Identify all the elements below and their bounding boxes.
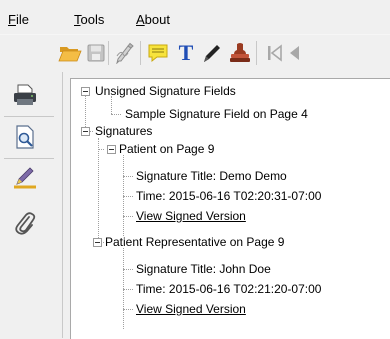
signature-tree: Unsigned Signature Fields Sample Signatu… bbox=[70, 78, 390, 339]
sign-pen-icon bbox=[116, 42, 134, 64]
previous-page-icon bbox=[290, 46, 299, 60]
tree-node-signature-1[interactable]: Patient on Page 9 bbox=[119, 140, 214, 158]
signature-1-time: Time: 2015-06-16 T02:20:31-07:00 bbox=[136, 189, 322, 203]
print-button[interactable] bbox=[10, 80, 40, 110]
tree-connector bbox=[85, 96, 86, 131]
text-icon: T bbox=[178, 40, 194, 65]
tree-connector bbox=[111, 114, 121, 115]
preview-icon bbox=[16, 125, 34, 149]
comment-button[interactable] bbox=[144, 39, 172, 67]
comment-icon bbox=[148, 44, 168, 63]
tree-connector bbox=[123, 216, 133, 217]
save-icon bbox=[87, 44, 105, 62]
ink-pen-icon bbox=[204, 45, 220, 62]
menu-about[interactable]: About bbox=[136, 12, 170, 28]
tree-connector bbox=[123, 309, 133, 310]
preview-button[interactable] bbox=[10, 122, 40, 152]
tree-connector bbox=[98, 138, 99, 242]
print-icon bbox=[14, 84, 36, 105]
expander-unsigned[interactable] bbox=[81, 87, 90, 96]
open-folder-button[interactable] bbox=[56, 39, 84, 67]
open-folder-icon bbox=[58, 47, 82, 62]
stamp-button[interactable] bbox=[226, 39, 254, 67]
expander-signature-2[interactable] bbox=[93, 238, 102, 247]
sidebar-separator bbox=[4, 116, 54, 117]
signature-2-time: Time: 2015-06-16 T02:21:20-07:00 bbox=[136, 282, 322, 296]
menu-bar: File Tools About bbox=[0, 0, 390, 34]
tree-node-unsigned[interactable]: Unsigned Signature Fields bbox=[95, 82, 236, 100]
attachment-icon bbox=[15, 212, 36, 235]
toolbar-separator bbox=[140, 41, 141, 65]
expander-signature-1[interactable] bbox=[107, 145, 116, 154]
toolbar-separator bbox=[108, 41, 109, 65]
sidebar-separator bbox=[4, 158, 54, 159]
tree-connector bbox=[123, 196, 133, 197]
attachment-button[interactable] bbox=[10, 208, 40, 238]
tree-connector bbox=[123, 176, 133, 177]
sign-button[interactable] bbox=[111, 39, 139, 67]
ink-pen-button[interactable] bbox=[198, 39, 226, 67]
tree-node-signatures[interactable]: Signatures bbox=[95, 122, 152, 140]
expander-signatures[interactable] bbox=[81, 127, 90, 136]
tree-node-signature-2[interactable]: Patient Representative on Page 9 bbox=[105, 233, 284, 251]
save-button[interactable] bbox=[82, 39, 110, 67]
tree-connector bbox=[123, 269, 133, 270]
signature-1-title: Signature Title: Demo Demo bbox=[136, 169, 287, 183]
stamp-icon bbox=[230, 43, 250, 62]
tree-connector bbox=[123, 289, 133, 290]
tool-sidebar bbox=[0, 72, 63, 338]
highlight-icon bbox=[14, 167, 36, 189]
toolbar-separator bbox=[256, 41, 257, 65]
tree-node-unsigned-field[interactable]: Sample Signature Field on Page 4 bbox=[125, 105, 308, 123]
text-tool-button[interactable]: T bbox=[172, 39, 200, 67]
highlight-button[interactable] bbox=[10, 162, 40, 192]
menu-file[interactable]: File bbox=[8, 12, 29, 28]
toolbar: T bbox=[0, 34, 390, 71]
previous-page-button[interactable] bbox=[280, 39, 308, 67]
signature-2-view-link[interactable]: View Signed Version bbox=[136, 300, 246, 318]
tree-connector bbox=[98, 149, 104, 150]
signature-1-view-link[interactable]: View Signed Version bbox=[136, 207, 246, 225]
menu-tools[interactable]: Tools bbox=[74, 12, 104, 28]
signature-2-title: Signature Title: John Doe bbox=[136, 262, 271, 276]
